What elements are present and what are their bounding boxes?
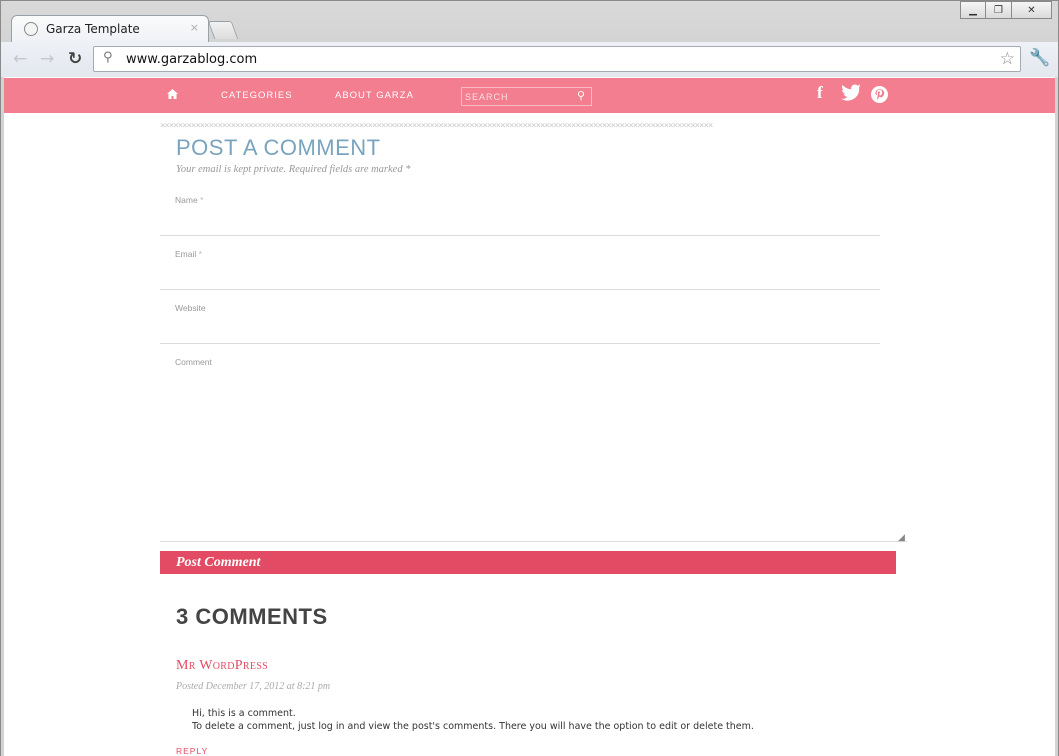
wrench-icon[interactable]: 🔧 — [1029, 48, 1050, 68]
nav-link-about[interactable]: ABOUT GARZA — [335, 90, 414, 101]
twitter-icon[interactable] — [841, 84, 861, 105]
reload-icon[interactable]: ↻ — [68, 49, 82, 69]
resize-grip-icon[interactable]: ◢ — [898, 533, 905, 543]
forward-icon[interactable]: → — [40, 49, 54, 69]
comments-heading: 3 COMMENTS — [176, 604, 328, 629]
browser-chrome: Garza Template × ▁ ❐ ✕ ← → ↻ ⚲ www.garza… — [0, 0, 1059, 77]
required-mark: * — [405, 164, 411, 175]
window-frame-right — [1055, 77, 1059, 756]
tab-title: Garza Template — [46, 22, 140, 36]
url-text[interactable]: www.garzablog.com — [126, 52, 257, 67]
site-search: ⚲ — [461, 87, 592, 106]
nav-link-categories[interactable]: CATEGORIES — [221, 90, 293, 101]
comment-author-link[interactable]: Mr WordPress — [176, 658, 268, 674]
cross-stitch-divider: ××××××××××××××××××××××××××××××××××××××××… — [160, 121, 713, 131]
close-tab-icon[interactable]: × — [190, 21, 199, 34]
comment-notes: Your email is kept private. Required fie… — [176, 164, 411, 175]
maximize-button[interactable]: ❐ — [986, 1, 1012, 19]
search-icon[interactable]: ⚲ — [577, 89, 585, 102]
comment-line: Hi, this is a comment. — [192, 708, 296, 719]
browser-tab[interactable]: Garza Template × — [11, 15, 209, 43]
close-window-button[interactable]: ✕ — [1012, 1, 1052, 19]
facebook-icon[interactable]: f — [817, 83, 823, 103]
site-navbar: CATEGORIES ABOUT GARZA ⚲ f — [4, 78, 1055, 113]
email-field[interactable] — [160, 268, 880, 290]
comment-label: Comment — [175, 357, 212, 367]
new-tab-button[interactable] — [207, 21, 239, 39]
website-label: Website — [175, 303, 206, 313]
post-comment-heading: POST A COMMENT — [176, 135, 381, 160]
search-input[interactable] — [465, 90, 565, 104]
website-field[interactable] — [160, 322, 880, 344]
comment-textarea[interactable] — [160, 372, 907, 542]
comment-body: Hi, this is a comment. To delete a comme… — [192, 707, 754, 733]
reply-link[interactable]: REPLY — [176, 746, 208, 756]
address-bar[interactable]: ⚲ www.garzablog.com ☆ — [93, 46, 1021, 72]
star-icon[interactable]: ☆ — [1000, 49, 1015, 69]
home-icon[interactable] — [167, 88, 178, 102]
minimize-button[interactable]: ▁ — [960, 1, 986, 19]
search-icon: ⚲ — [103, 50, 113, 65]
post-comment-button[interactable]: Post Comment — [160, 551, 896, 574]
email-label: Email * — [175, 249, 202, 259]
pinterest-icon[interactable] — [871, 86, 888, 107]
name-field[interactable] — [160, 214, 880, 236]
window-frame-left — [0, 77, 4, 756]
globe-icon — [24, 22, 38, 36]
name-label: Name * — [175, 195, 204, 205]
comment-date: Posted December 17, 2012 at 8:21 pm — [176, 681, 331, 692]
back-icon[interactable]: ← — [13, 49, 27, 69]
browser-toolbar: ← → ↻ ⚲ www.garzablog.com ☆ 🔧 — [1, 42, 1058, 77]
comment-line: To delete a comment, just log in and vie… — [192, 721, 754, 732]
window-controls: ▁ ❐ ✕ — [960, 1, 1052, 19]
